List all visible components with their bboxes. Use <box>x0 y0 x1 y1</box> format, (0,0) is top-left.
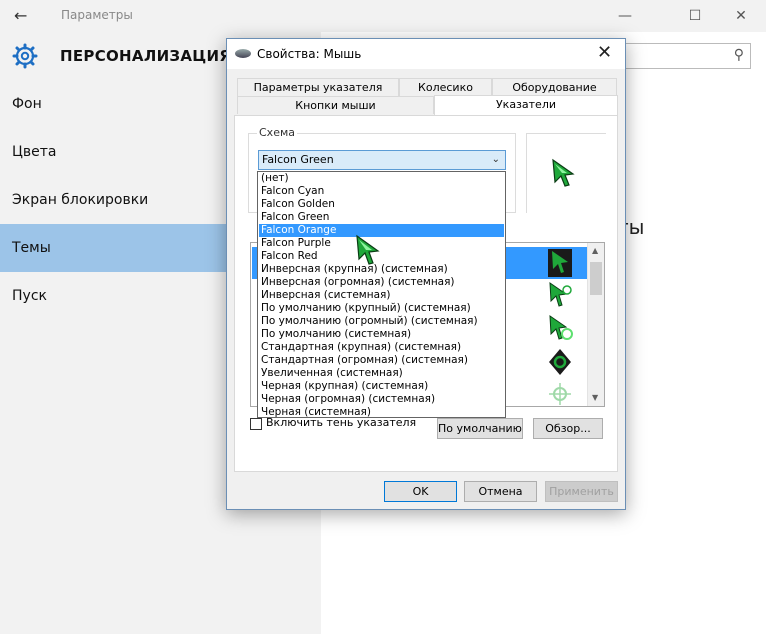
use-default-button[interactable]: По умолчанию <box>437 418 523 439</box>
dropdown-option[interactable]: Стандартная (крупная) (системная) <box>259 341 504 354</box>
dropdown-option[interactable]: Инверсная (огромная) (системная) <box>259 276 504 289</box>
tab-pointers[interactable]: Указатели <box>434 95 618 115</box>
back-arrow-icon[interactable]: ← <box>14 6 27 25</box>
scheme-select[interactable]: Falcon Green ⌄ <box>258 150 506 170</box>
scheme-dropdown-list[interactable]: (нет) Falcon Cyan Falcon Golden Falcon G… <box>257 171 506 418</box>
working-background-cursor-icon <box>549 315 573 340</box>
dropdown-option[interactable]: По умолчанию (огромный) (системная) <box>259 315 504 328</box>
scheme-select-value: Falcon Green <box>262 153 334 166</box>
chevron-down-icon[interactable]: ⌄ <box>492 151 500 169</box>
scheme-label: Схема <box>257 126 297 139</box>
dialog-titlebar: Свойства: Мышь ✕ <box>227 39 625 69</box>
dropdown-option[interactable]: По умолчанию (крупный) (системная) <box>259 302 504 315</box>
preview-cursor-icon <box>552 158 575 187</box>
mouse-icon <box>235 49 251 58</box>
help-select-cursor-icon <box>549 282 572 307</box>
cursor-preview <box>526 133 606 213</box>
close-button[interactable]: ✕ <box>718 4 764 28</box>
search-icon[interactable]: ⚲ <box>734 47 744 63</box>
dropdown-option[interactable]: (нет) <box>259 172 504 185</box>
dropdown-option[interactable]: Falcon Green <box>259 211 504 224</box>
dropdown-option[interactable]: Falcon Golden <box>259 198 504 211</box>
minimize-button[interactable]: — <box>602 4 648 28</box>
tab-pointer-options[interactable]: Параметры указателя <box>237 78 399 96</box>
dropdown-option[interactable]: Черная (огромная) (системная) <box>259 393 504 406</box>
settings-titlebar: ← Параметры — ☐ ✕ <box>0 0 766 32</box>
dropdown-option[interactable]: Увеличенная (системная) <box>259 367 504 380</box>
browse-button[interactable]: Обзор... <box>533 418 603 439</box>
dropdown-option[interactable]: Черная (системная) <box>259 406 504 417</box>
cursor-list-scrollbar[interactable]: ▲ ▼ <box>587 243 604 406</box>
dropdown-option[interactable]: Falcon Cyan <box>259 185 504 198</box>
cancel-button[interactable]: Отмена <box>464 481 537 502</box>
normal-select-cursor-icon <box>548 249 572 277</box>
search-input[interactable]: ⚲ <box>621 43 751 69</box>
apply-button[interactable]: Применить <box>545 481 618 502</box>
page-heading: ПЕРСОНАЛИЗАЦИЯ <box>60 47 232 65</box>
busy-cursor-icon <box>549 349 571 375</box>
scrollbar-thumb[interactable] <box>590 262 602 295</box>
tab-wheel[interactable]: Колесико <box>399 78 492 96</box>
dialog-title: Свойства: Мышь <box>257 47 362 61</box>
pointer-shadow-checkbox[interactable] <box>250 418 262 430</box>
dropdown-option[interactable]: По умолчанию (системная) <box>259 328 504 341</box>
mouse-pointer-icon <box>356 234 380 265</box>
maximize-button[interactable]: ☐ <box>672 4 718 28</box>
scroll-down-icon[interactable]: ▼ <box>592 393 598 402</box>
ok-button[interactable]: OK <box>384 481 457 502</box>
scroll-up-icon[interactable]: ▲ <box>592 246 598 255</box>
precision-select-cursor-icon <box>549 383 571 405</box>
settings-window-title: Параметры <box>61 8 133 22</box>
dropdown-option[interactable]: Черная (крупная) (системная) <box>259 380 504 393</box>
tab-buttons[interactable]: Кнопки мыши <box>237 96 434 114</box>
tab-hardware[interactable]: Оборудование <box>492 78 617 96</box>
gear-icon <box>12 43 38 69</box>
dropdown-option[interactable]: Стандартная (огромная) (системная) <box>259 354 504 367</box>
dropdown-option[interactable]: Инверсная (системная) <box>259 289 504 302</box>
dialog-close-button[interactable]: ✕ <box>597 42 612 63</box>
